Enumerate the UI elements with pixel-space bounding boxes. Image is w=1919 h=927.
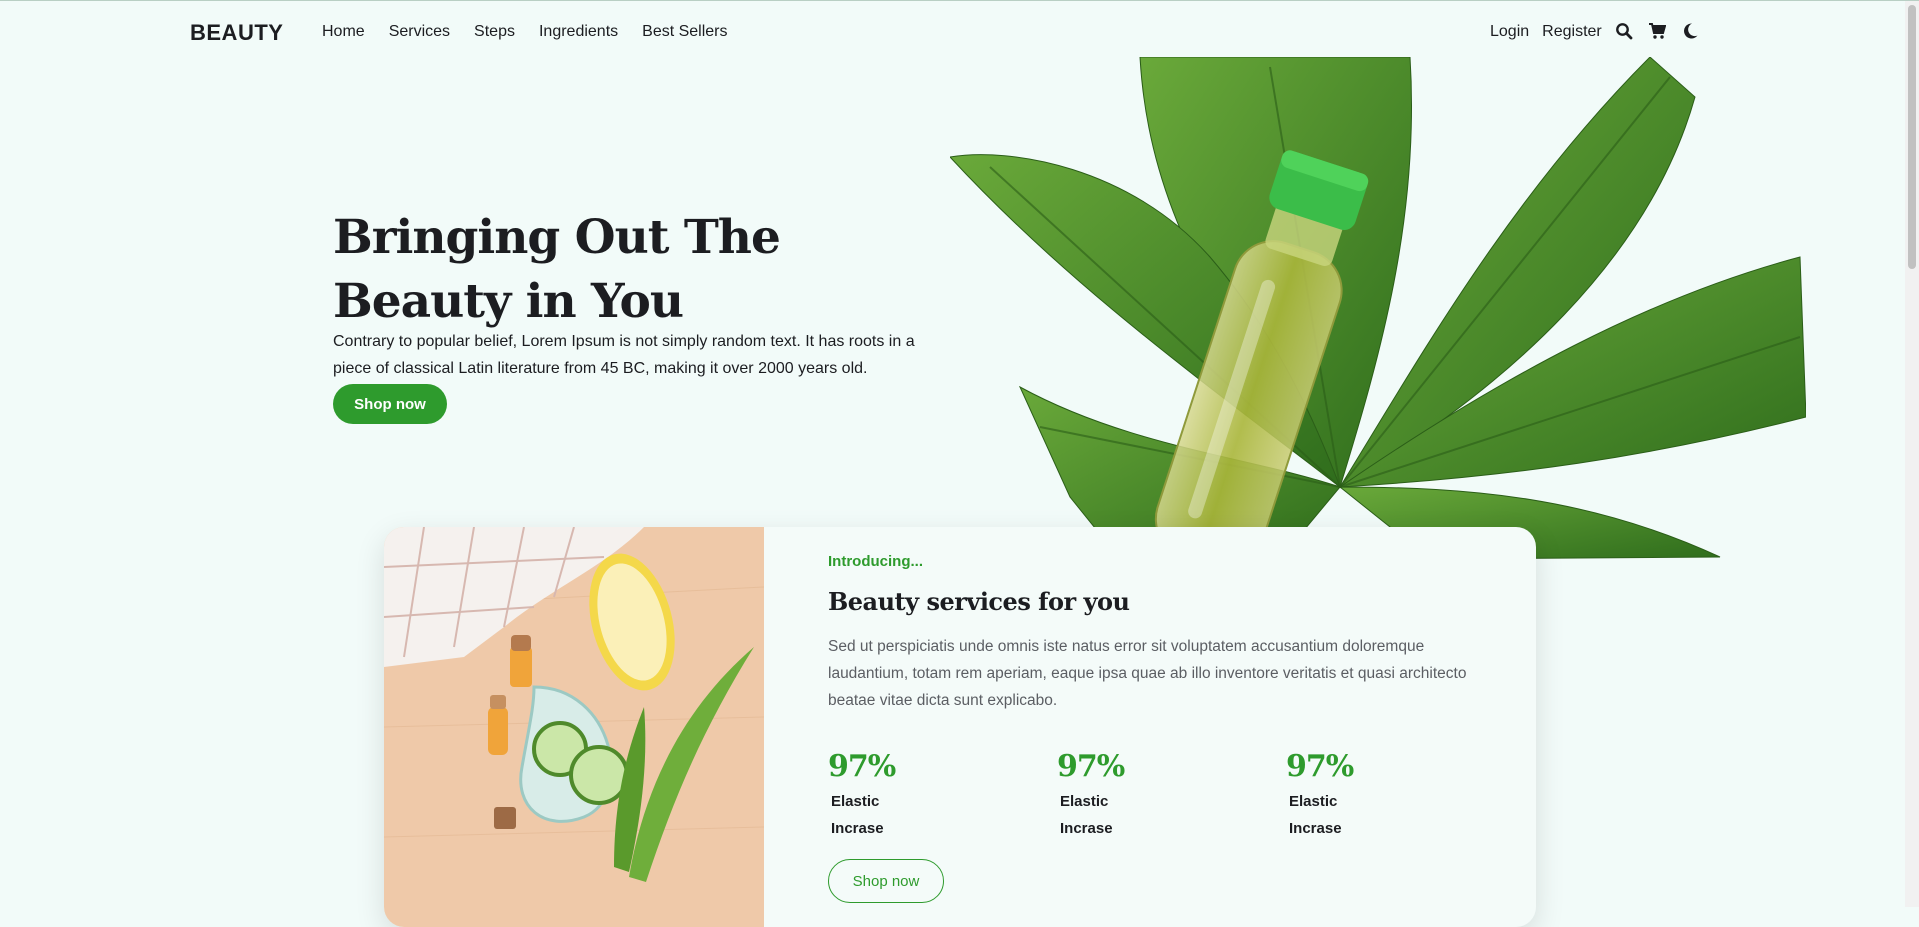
stat-item: 97% Elastic Incrase xyxy=(1057,749,1197,842)
nav-link-home[interactable]: Home xyxy=(322,23,365,41)
moon-icon[interactable] xyxy=(1681,22,1699,40)
navbar: BEAUTY Home Services Steps Ingredients B… xyxy=(0,1,1905,57)
services-card: Introducing... Beauty services for you S… xyxy=(384,527,1536,927)
brand-logo[interactable]: BEAUTY xyxy=(190,20,283,46)
hero-shop-now-button[interactable]: Shop now xyxy=(333,384,447,424)
cart-icon[interactable] xyxy=(1648,22,1667,40)
register-link[interactable]: Register xyxy=(1542,23,1602,41)
login-link[interactable]: Login xyxy=(1490,23,1529,41)
stat-item: 97% Elastic Incrase xyxy=(828,749,968,842)
stat-value: 97% xyxy=(1057,749,1125,784)
nav-link-steps[interactable]: Steps xyxy=(474,23,515,41)
services-description: Sed ut perspiciatis unde omnis iste natu… xyxy=(828,638,1467,709)
stat-value: 97% xyxy=(828,749,896,784)
page-scrollbar[interactable] xyxy=(1905,1,1919,907)
stat-label: Elastic Incrase xyxy=(1060,793,1113,837)
cucumber-lemon-aloe-image xyxy=(384,527,764,927)
nav-link-services[interactable]: Services xyxy=(389,23,450,41)
main-menu: Home Services Steps Ingredients Best Sel… xyxy=(322,23,752,41)
search-icon[interactable] xyxy=(1615,22,1633,40)
services-intro: Introducing... xyxy=(828,553,923,570)
stat-label: Elastic Incrase xyxy=(831,793,884,837)
services-shop-now-button[interactable]: Shop now xyxy=(828,859,944,903)
scrollbar-thumb[interactable] xyxy=(1908,5,1916,269)
stat-item: 97% Elastic Incrase xyxy=(1286,749,1426,842)
hero-leaf-bottle-image xyxy=(950,57,1806,559)
nav-link-ingredients[interactable]: Ingredients xyxy=(539,23,618,41)
hero-title: Bringing Out The Beauty in You xyxy=(333,210,781,329)
services-title: Beauty services for you xyxy=(828,587,1130,616)
stat-label: Elastic Incrase xyxy=(1289,793,1342,837)
stat-value: 97% xyxy=(1286,749,1354,784)
hero-description: Contrary to popular belief, Lorem Ipsum … xyxy=(333,333,915,377)
nav-actions: Login Register xyxy=(1490,23,1714,41)
nav-link-best-sellers[interactable]: Best Sellers xyxy=(642,23,727,41)
